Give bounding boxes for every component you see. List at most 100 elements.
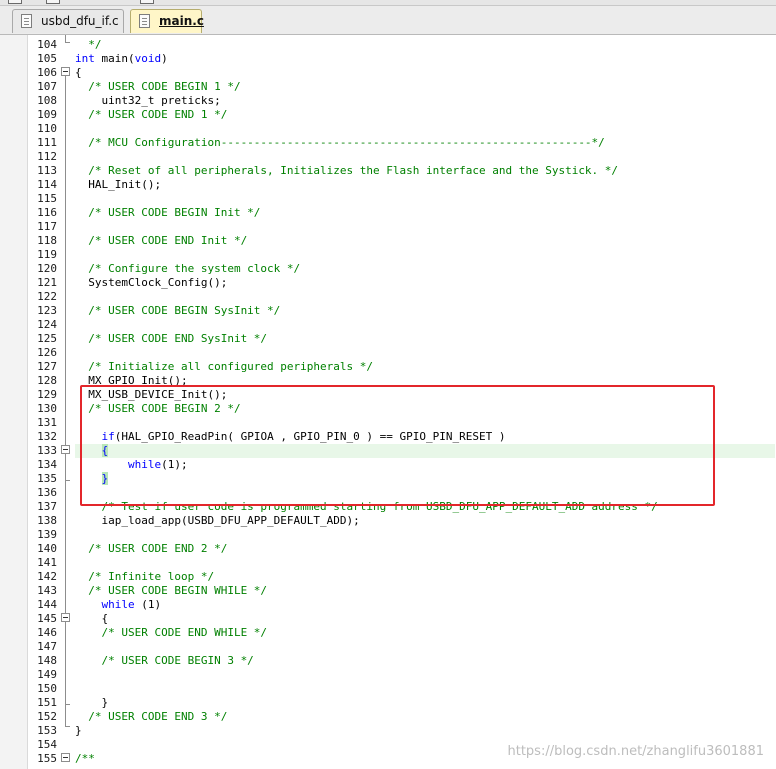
- code-token: }: [75, 696, 109, 709]
- code-line[interactable]: [75, 640, 775, 654]
- code-line[interactable]: /* USER CODE BEGIN SysInit */: [75, 304, 775, 318]
- code-line[interactable]: [75, 682, 775, 696]
- code-line[interactable]: uint32_t preticks;: [75, 94, 775, 108]
- toolbar-button-icon[interactable]: [46, 0, 60, 4]
- code-token: /* USER CODE END WHILE */: [75, 626, 268, 639]
- code-line[interactable]: /* USER CODE BEGIN WHILE */: [75, 584, 775, 598]
- code-token: /* USER CODE END SysInit */: [75, 332, 268, 345]
- code-line[interactable]: [75, 220, 775, 234]
- toolbar-button-icon[interactable]: [140, 0, 154, 4]
- line-number: 109: [37, 108, 57, 121]
- code-line[interactable]: /* USER CODE END Init */: [75, 234, 775, 248]
- fold-margin: [58, 35, 73, 769]
- code-line[interactable]: /* USER CODE END WHILE */: [75, 626, 775, 640]
- line-number: 138: [37, 514, 57, 527]
- code-line[interactable]: {: [75, 612, 775, 626]
- code-token: {: [75, 66, 82, 79]
- editor-tab-bar: usbd_dfu_if.c main.c: [0, 0, 776, 35]
- code-token: /* USER CODE BEGIN WHILE */: [75, 584, 268, 597]
- tab-usbd-dfu-if[interactable]: usbd_dfu_if.c: [12, 9, 124, 33]
- code-token: /* USER CODE BEGIN Init */: [75, 206, 261, 219]
- code-line[interactable]: }: [75, 472, 775, 486]
- code-line[interactable]: if(HAL_GPIO_ReadPin( GPIOA , GPIO_PIN_0 …: [75, 430, 775, 444]
- code-token: */: [75, 38, 102, 51]
- line-number: 150: [37, 682, 57, 695]
- code-line[interactable]: [75, 416, 775, 430]
- code-line[interactable]: {: [75, 444, 775, 458]
- code-token: /**: [75, 752, 95, 765]
- line-number: 115: [37, 192, 57, 205]
- code-line[interactable]: /* USER CODE BEGIN 1 */: [75, 80, 775, 94]
- code-line[interactable]: /* USER CODE BEGIN Init */: [75, 206, 775, 220]
- fold-toggle-icon[interactable]: [61, 613, 70, 622]
- code-token: (1): [134, 598, 162, 611]
- code-line[interactable]: [75, 150, 775, 164]
- code-line[interactable]: /* USER CODE BEGIN 3 */: [75, 654, 775, 668]
- line-number: 147: [37, 640, 57, 653]
- code-line[interactable]: iap_load_app(USBD_DFU_APP_DEFAULT_ADD);: [75, 514, 775, 528]
- line-number: 135: [37, 472, 57, 485]
- fold-toggle-icon[interactable]: [61, 445, 70, 454]
- fold-end-marker: [65, 704, 70, 705]
- code-line[interactable]: MX_GPIO_Init();: [75, 374, 775, 388]
- code-line[interactable]: /* Test if user code is programmed start…: [75, 500, 775, 514]
- code-line[interactable]: {: [75, 66, 775, 80]
- line-number: 141: [37, 556, 57, 569]
- code-token: main(: [94, 52, 135, 65]
- fold-toggle-icon[interactable]: [61, 753, 70, 762]
- tab-main-c[interactable]: main.c: [130, 9, 204, 33]
- code-line[interactable]: /* USER CODE END 1 */: [75, 108, 775, 122]
- code-line[interactable]: while (1): [75, 598, 775, 612]
- code-line[interactable]: [75, 528, 775, 542]
- code-line[interactable]: [75, 248, 775, 262]
- line-number: 105: [37, 52, 57, 65]
- code-line[interactable]: [75, 290, 775, 304]
- code-line[interactable]: MX_USB_DEVICE_Init();: [75, 388, 775, 402]
- code-line[interactable]: /* Initialize all configured peripherals…: [75, 360, 775, 374]
- toolbar-button-icon[interactable]: [8, 0, 22, 4]
- tab-label: main.c: [159, 14, 204, 28]
- line-number: 104: [37, 38, 57, 51]
- code-line[interactable]: [75, 346, 775, 360]
- code-line[interactable]: /* USER CODE BEGIN 2 */: [75, 402, 775, 416]
- code-line[interactable]: }: [75, 696, 775, 710]
- line-number: 133: [37, 444, 57, 457]
- code-line[interactable]: */: [75, 38, 775, 52]
- code-line[interactable]: [75, 486, 775, 500]
- code-line[interactable]: [75, 192, 775, 206]
- code-line[interactable]: [75, 318, 775, 332]
- line-number: 148: [37, 654, 57, 667]
- code-line[interactable]: [75, 556, 775, 570]
- line-number: 107: [37, 80, 57, 93]
- code-token: {: [101, 444, 109, 457]
- code-line[interactable]: /* USER CODE END 3 */: [75, 710, 775, 724]
- code-line[interactable]: while(1);: [75, 458, 775, 472]
- code-token: /* USER CODE END Init */: [75, 234, 248, 247]
- code-editor[interactable]: 104 105 106 107 108 109 110 111 112 113 114 115 116 1…: [0, 35, 776, 769]
- code-line[interactable]: SystemClock_Config();: [75, 276, 775, 290]
- code-line[interactable]: /* Configure the system clock */: [75, 262, 775, 276]
- line-number: 132: [37, 430, 57, 443]
- code-line[interactable]: /* USER CODE END SysInit */: [75, 332, 775, 346]
- code-area[interactable]: */int main(void){ /* USER CODE BEGIN 1 *…: [75, 35, 775, 769]
- code-token: /* USER CODE END 1 */: [75, 108, 228, 121]
- code-line[interactable]: [75, 668, 775, 682]
- code-token: MX_GPIO_Init();: [75, 374, 188, 387]
- editor-margin: [0, 35, 28, 769]
- code-line[interactable]: /* MCU Configuration--------------------…: [75, 136, 775, 150]
- code-token: {: [75, 612, 109, 625]
- code-token: while: [127, 458, 162, 471]
- code-line[interactable]: int main(void): [75, 52, 775, 66]
- code-line[interactable]: /* Infinite loop */: [75, 570, 775, 584]
- code-token: int: [75, 52, 95, 65]
- code-line[interactable]: HAL_Init();: [75, 178, 775, 192]
- code-line[interactable]: [75, 122, 775, 136]
- line-number: 112: [37, 150, 57, 163]
- code-line[interactable]: /* Reset of all peripherals, Initializes…: [75, 164, 775, 178]
- code-line[interactable]: /* USER CODE END 2 */: [75, 542, 775, 556]
- line-number: 123: [37, 304, 57, 317]
- fold-toggle-icon[interactable]: [61, 67, 70, 76]
- code-line[interactable]: }: [75, 724, 775, 738]
